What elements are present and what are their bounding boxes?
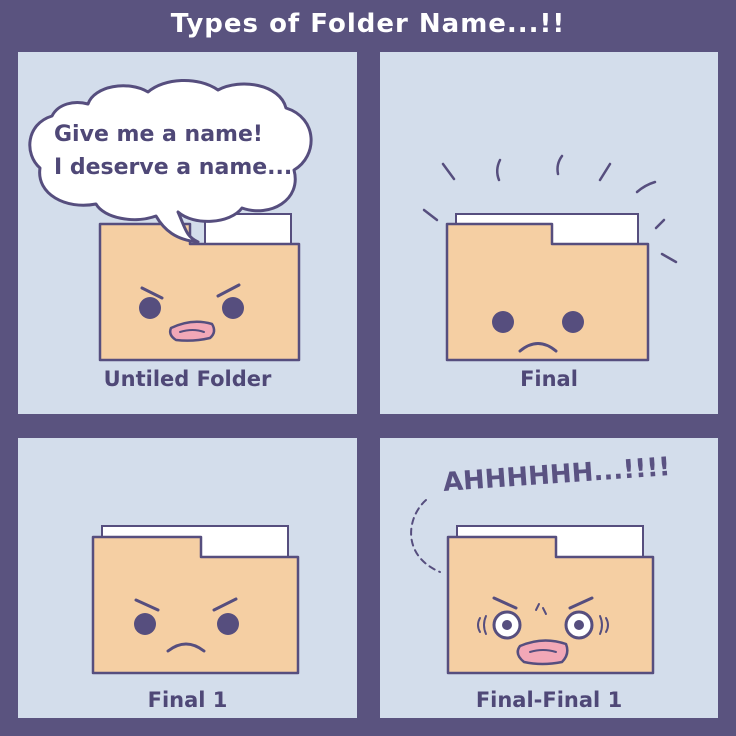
caption-final-1: Final 1 xyxy=(147,688,228,712)
speech-line-2: I deserve a name... xyxy=(54,155,293,180)
panel-final: Final xyxy=(380,52,718,414)
panel-untitled-folder: Give me a name! I deserve a name... Unti… xyxy=(18,52,357,414)
panel-2-drawing xyxy=(422,154,678,362)
panel-final-final-1: AHHHHHH...!!!! Final-Final 1 xyxy=(380,438,718,718)
caption-final: Final xyxy=(520,367,578,391)
panel-3-drawing xyxy=(91,525,300,675)
speech-bubble-text: Give me a name! I deserve a name... xyxy=(54,118,314,184)
speech-line-1: Give me a name! xyxy=(54,122,263,147)
caption-untitled-folder: Untiled Folder xyxy=(103,367,272,391)
comic-title: Types of Folder Name...!! xyxy=(170,9,566,39)
folder-face-icon xyxy=(98,213,301,362)
shout-tail xyxy=(410,499,441,573)
caption-final-final-1: Final-Final 1 xyxy=(475,688,623,712)
panel-final-1: Final 1 xyxy=(18,438,357,718)
folder-face-icon xyxy=(91,525,300,675)
folder-face-icon xyxy=(445,213,650,362)
panel-1-drawing xyxy=(28,78,313,362)
folder-face-icon xyxy=(446,525,655,675)
